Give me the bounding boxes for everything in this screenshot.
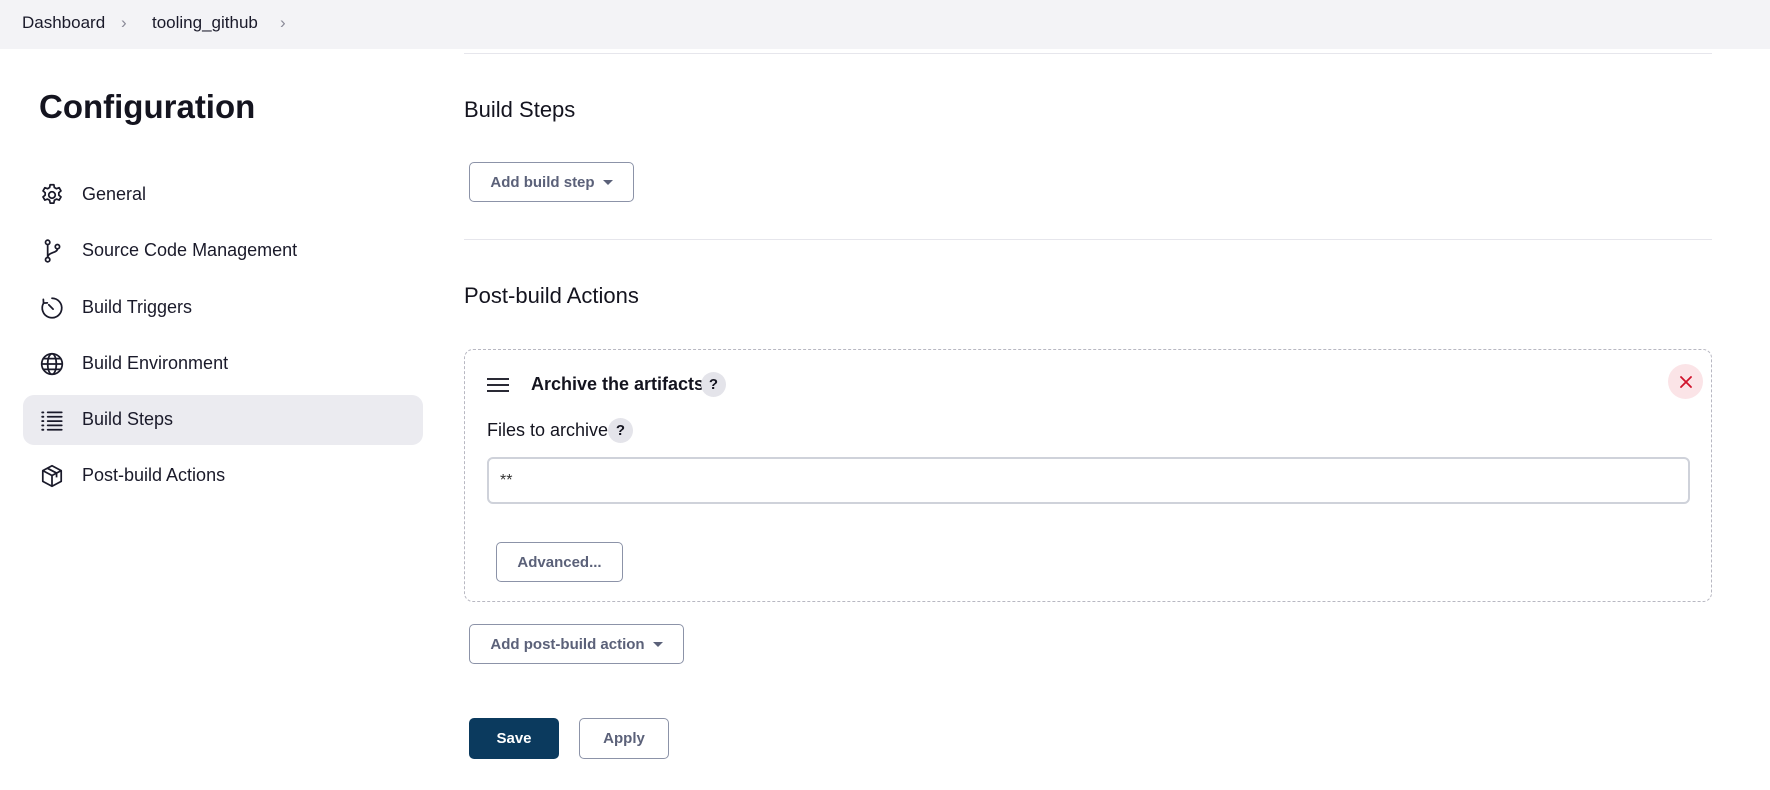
card-title: Archive the artifacts [531,374,705,394]
chevron-right-icon[interactable]: › [280,13,286,33]
help-icon[interactable]: ? [608,418,633,443]
advanced-button[interactable]: Advanced... [496,542,623,582]
add-post-build-action-button[interactable]: Add post-build action [469,624,684,664]
save-button[interactable]: Save [469,718,559,759]
breadcrumb-job[interactable]: tooling_github [152,13,258,33]
gear-icon [39,182,65,208]
sidebar-item-label: General [82,184,147,204]
caret-down-icon [652,641,663,647]
list-icon [39,407,65,433]
breadcrumb: Dashboard › tooling_github › [0,0,1770,49]
box-icon [39,463,65,489]
globe-icon [39,351,65,377]
files-to-archive-input[interactable] [487,457,1690,504]
caret-down-icon [602,179,613,185]
sidebar-item-build-triggers[interactable]: Build Triggers [23,283,423,333]
sidebar-item-label: Build Steps [82,409,174,429]
branch-icon [39,238,65,264]
sidebar-item-build-environment[interactable]: Build Environment [23,339,423,389]
help-icon[interactable]: ? [701,372,726,397]
apply-label: Apply [603,730,645,747]
add-post-build-action-label: Add post-build action [490,635,645,653]
sidebar-item-build-steps[interactable]: Build Steps [23,395,423,445]
archive-artifacts-card: Archive the artifacts ? Files to archive… [464,349,1712,602]
sidebar-item-post-build-actions[interactable]: Post-build Actions [23,451,423,501]
advanced-label: Advanced... [517,553,602,571]
sidebar-item-label: Build Triggers [82,297,193,317]
divider [464,53,1712,54]
chevron-right-icon: › [121,13,127,32]
drag-handle-icon[interactable] [487,378,509,392]
page-title: Configuration [39,88,256,125]
add-build-step-label: Add build step [490,173,595,191]
divider [464,239,1712,240]
post-build-actions-title: Post-build Actions [464,283,639,308]
sidebar-item-general[interactable]: General [23,170,423,220]
build-steps-title: Build Steps [464,97,576,122]
apply-button[interactable]: Apply [579,718,669,759]
clock-icon [39,295,65,321]
breadcrumb-dashboard[interactable]: Dashboard [22,13,105,33]
sidebar-item-source-code-management[interactable]: Source Code Management [23,226,423,276]
sidebar-item-label: Post-build Actions [82,465,226,485]
add-build-step-button[interactable]: Add build step [469,162,634,202]
close-icon[interactable] [1668,364,1703,399]
sidebar-item-label: Source Code Management [82,240,298,260]
sidebar-item-label: Build Environment [82,353,229,373]
files-to-archive-label: Files to archive [487,420,609,440]
